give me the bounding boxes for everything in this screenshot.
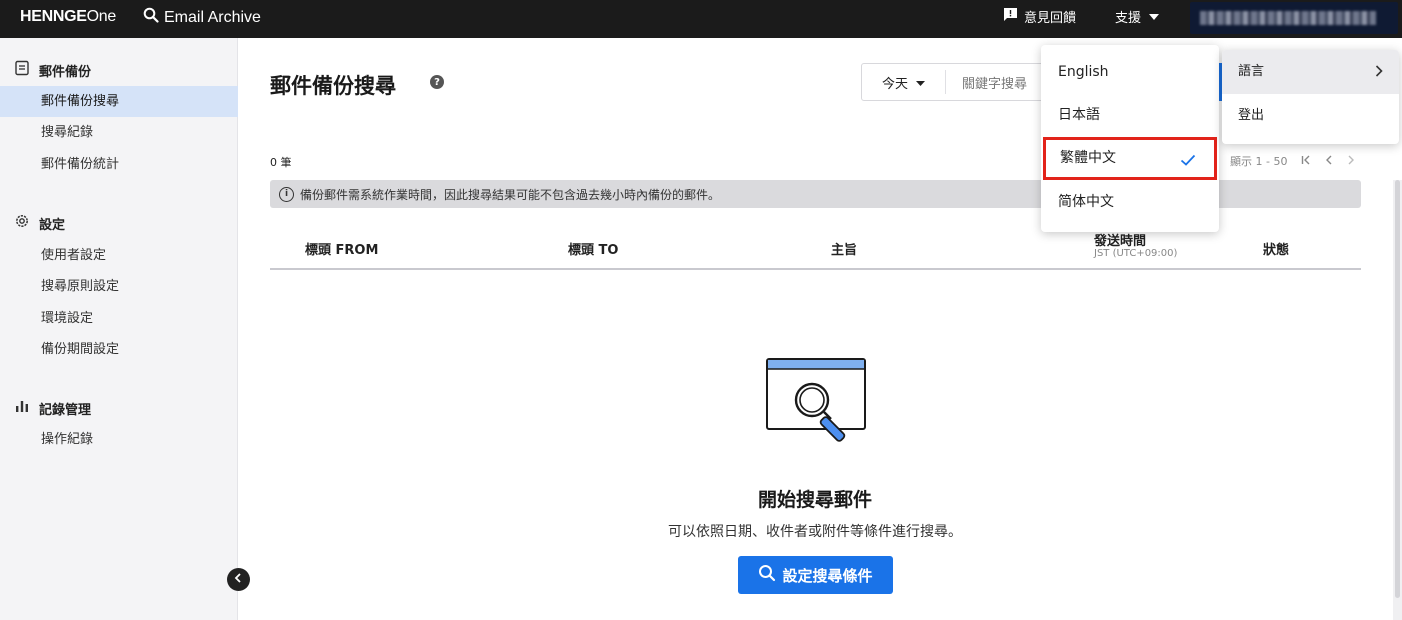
set-search-conditions-button[interactable]: 設定搜尋條件 xyxy=(738,556,893,594)
support-menu-button[interactable]: 支援 xyxy=(1115,7,1160,26)
document-icon xyxy=(14,60,30,80)
user-menu-logout[interactable]: 登出 xyxy=(1222,94,1399,138)
sidebar-item-user-settings[interactable]: 使用者設定 xyxy=(0,240,238,271)
date-range-select[interactable]: 今天 xyxy=(862,70,946,94)
feedback-icon xyxy=(1003,7,1018,26)
caret-down-icon xyxy=(916,75,925,90)
next-page-icon[interactable] xyxy=(1347,155,1355,168)
feedback-label: 意見回饋 xyxy=(1024,11,1077,26)
sidebar-item-environment[interactable]: 環境設定 xyxy=(0,303,238,334)
notice-text: 備份郵件需系統作業時間，因此搜尋結果可能不包含過去幾小時內備份的郵件。 xyxy=(300,187,721,202)
empty-state-title: 開始搜尋郵件 xyxy=(757,489,872,511)
brand-part2: One xyxy=(86,8,117,25)
brand-part1: HENNGE xyxy=(20,8,87,25)
pagination: 顯示 1 - 50 xyxy=(1230,153,1355,169)
prev-page-icon[interactable] xyxy=(1325,155,1333,168)
search-icon xyxy=(758,564,776,586)
language-option-label: 繁體中文 xyxy=(1060,150,1116,166)
language-menu: English 日本語 繁體中文 简体中文 xyxy=(1041,45,1219,232)
sidebar-item-backup-period[interactable]: 備份期間設定 xyxy=(0,334,238,365)
language-option-japanese[interactable]: 日本語 xyxy=(1041,94,1219,137)
chevron-right-icon xyxy=(1375,50,1383,94)
empty-state-description: 可以依照日期、收件者或附件等條件進行搜尋。 xyxy=(668,524,962,540)
sidebar-section-settings[interactable]: 設定 xyxy=(14,213,65,233)
language-option-traditional-chinese[interactable]: 繁體中文 xyxy=(1043,137,1217,180)
column-header-status[interactable]: 狀態 xyxy=(1263,239,1289,258)
top-bar: HENNGEOne Email Archive 意見回饋 支援 xyxy=(0,0,1402,38)
result-count: 0 筆 xyxy=(270,156,292,169)
date-range-value: 今天 xyxy=(881,76,908,92)
sidebar-item-mail-backup-search[interactable]: 郵件備份搜尋 xyxy=(0,86,238,117)
keyword-search-input[interactable]: 關鍵字搜尋 xyxy=(946,73,1027,92)
chevron-left-icon xyxy=(234,572,243,587)
sidebar-item-backup-statistics[interactable]: 郵件備份統計 xyxy=(0,149,238,180)
language-label: 語言 xyxy=(1238,64,1265,79)
column-header-from[interactable]: 標頭 FROM xyxy=(305,239,378,258)
column-header-to[interactable]: 標頭 TO xyxy=(568,239,618,258)
info-icon: i xyxy=(279,186,294,202)
results-table-header: 標頭 FROM 標頭 TO 主旨 發送時間 JST (UTC+09:00) 狀態 xyxy=(270,230,1361,270)
sidebar-section-title: 設定 xyxy=(39,217,66,233)
sidebar-section-title: 郵件備份 xyxy=(39,64,92,80)
account-name-redacted xyxy=(1200,11,1376,25)
sidebar: 郵件備份 郵件備份搜尋 搜尋紀錄 郵件備份統計 設定 使用者設定 搜尋原則設定 … xyxy=(0,38,238,620)
column-header-timezone: JST (UTC+09:00) xyxy=(1094,248,1178,259)
brand-logo[interactable]: HENNGEOne xyxy=(20,8,116,26)
app-name[interactable]: Email Archive xyxy=(143,7,261,28)
pager-range-label: 顯示 1 - 50 xyxy=(1230,155,1288,168)
language-option-english[interactable]: English xyxy=(1041,51,1219,94)
button-label: 設定搜尋條件 xyxy=(782,566,873,585)
scrollbar[interactable] xyxy=(1393,180,1402,620)
sidebar-item-search-policy[interactable]: 搜尋原則設定 xyxy=(0,271,238,302)
app-name-label: Email Archive xyxy=(164,8,261,26)
search-icon xyxy=(143,7,159,28)
sidebar-item-search-history[interactable]: 搜尋紀錄 xyxy=(0,117,238,148)
column-header-subject[interactable]: 主旨 xyxy=(831,239,857,258)
sidebar-section-log-management[interactable]: 記錄管理 xyxy=(14,398,91,418)
user-menu-language[interactable]: 語言 xyxy=(1222,50,1399,94)
caret-down-icon xyxy=(1149,9,1160,24)
language-option-simplified-chinese[interactable]: 简体中文 xyxy=(1041,181,1219,224)
user-menu: 語言 登出 xyxy=(1222,50,1399,144)
help-icon[interactable]: ? xyxy=(430,75,444,89)
bar-chart-icon xyxy=(14,398,30,418)
support-label: 支援 xyxy=(1115,11,1142,26)
feedback-button[interactable]: 意見回饋 xyxy=(1003,7,1076,26)
scrollbar-thumb[interactable] xyxy=(1395,180,1400,598)
sidebar-item-operation-log[interactable]: 操作紀錄 xyxy=(0,424,238,455)
sidebar-section-mail-backup[interactable]: 郵件備份 xyxy=(14,60,91,80)
search-illustration xyxy=(765,357,869,455)
first-page-icon[interactable] xyxy=(1301,155,1311,168)
column-header-sent-time[interactable]: 發送時間 xyxy=(1094,230,1146,249)
sidebar-collapse-button[interactable] xyxy=(227,568,250,591)
page-title: 郵件備份搜尋 xyxy=(270,74,396,98)
sidebar-section-title: 記錄管理 xyxy=(39,402,92,418)
account-menu-button[interactable] xyxy=(1190,2,1398,34)
gear-icon xyxy=(14,213,30,233)
checkmark-icon xyxy=(1180,140,1196,177)
